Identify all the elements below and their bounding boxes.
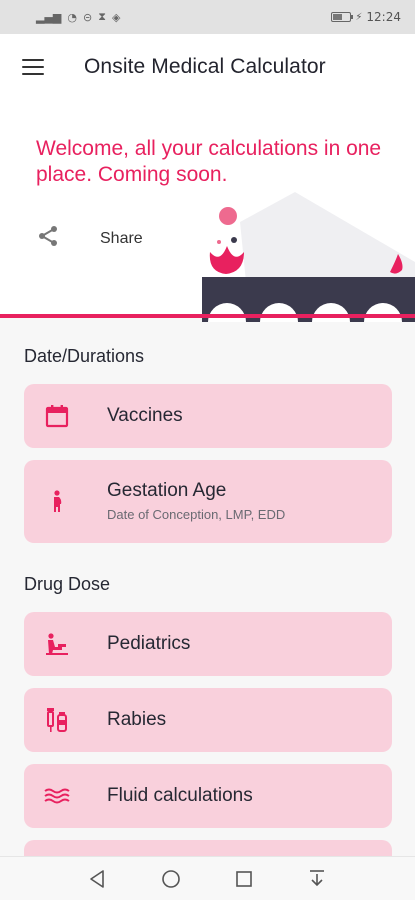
card-label: Pediatrics xyxy=(107,633,191,654)
card-text: Gestation Age Date of Conception, LMP, E… xyxy=(107,480,285,522)
app-bar: Onsite Medical Calculator xyxy=(0,34,415,100)
card-text: Vaccines xyxy=(107,405,183,427)
status-bar: ▂▄▆ ◔ ⊝ ⧗ ◈ ⚡ 12:24 xyxy=(0,0,415,34)
header-divider xyxy=(0,314,415,318)
recents-icon[interactable] xyxy=(233,868,255,890)
child-care-icon xyxy=(44,631,70,657)
share-button[interactable]: Share xyxy=(36,224,143,253)
section-title-date-durations: Date/Durations xyxy=(24,346,145,366)
pediatrics-card[interactable]: Pediatrics xyxy=(24,612,392,676)
pregnant-person-icon xyxy=(44,489,70,515)
hamburger-menu-icon[interactable] xyxy=(22,59,44,75)
card-subtitle: Date of Conception, LMP, EDD xyxy=(107,507,286,522)
back-icon[interactable] xyxy=(87,868,109,890)
status-icons-right: ⚡ 12:24 xyxy=(331,10,401,24)
signal-icon: ▂▄▆ xyxy=(36,10,62,24)
battery-fill xyxy=(333,14,343,20)
welcome-message: Welcome, all your calculations in one pl… xyxy=(36,137,382,186)
status-time: 12:24 xyxy=(366,10,401,24)
vaccines-card[interactable]: Vaccines xyxy=(24,384,392,448)
app-title: Onsite Medical Calculator xyxy=(84,55,326,78)
card-text: Fluid calculations xyxy=(107,785,253,807)
card-label: Vaccines xyxy=(107,405,183,426)
vaccine-syringe-icon xyxy=(44,707,70,733)
wifi-icon: ◔ xyxy=(67,10,77,24)
share-icon xyxy=(36,224,60,253)
card-text: Pediatrics xyxy=(107,633,190,655)
card-label: Rabies xyxy=(107,709,167,730)
system-navigation-bar xyxy=(0,856,415,900)
battery-icon xyxy=(331,12,354,22)
card-label: Gestation Age xyxy=(107,480,227,501)
gestation-age-card[interactable]: Gestation Age Date of Conception, LMP, E… xyxy=(24,460,392,543)
rabies-card[interactable]: Rabies xyxy=(24,688,392,752)
fluid-calculations-card[interactable]: Fluid calculations xyxy=(24,764,392,828)
calendar-icon xyxy=(44,403,70,429)
home-icon[interactable] xyxy=(160,868,182,890)
card-text: Rabies xyxy=(107,709,166,731)
waves-icon xyxy=(44,783,70,809)
header: Onsite Medical Calculator Welcome, all y… xyxy=(0,34,415,322)
card-label: Fluid calculations xyxy=(107,785,253,806)
charging-icon: ⚡ xyxy=(355,11,363,23)
share-label: Share xyxy=(100,229,143,247)
hourglass-icon: ⧗ xyxy=(98,10,106,23)
notification-pull-icon[interactable] xyxy=(306,868,328,890)
section-title-drug-dose: Drug Dose xyxy=(24,574,111,594)
header-illustration xyxy=(202,192,415,322)
data-saver-icon: ⊝ xyxy=(83,10,93,24)
status-icons-left: ▂▄▆ ◔ ⊝ ⧗ ◈ xyxy=(36,10,120,24)
location-icon: ◈ xyxy=(111,10,121,24)
